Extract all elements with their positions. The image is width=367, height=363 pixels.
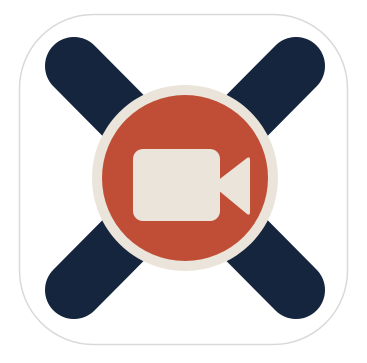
app-icon[interactable] [0, 0, 367, 363]
